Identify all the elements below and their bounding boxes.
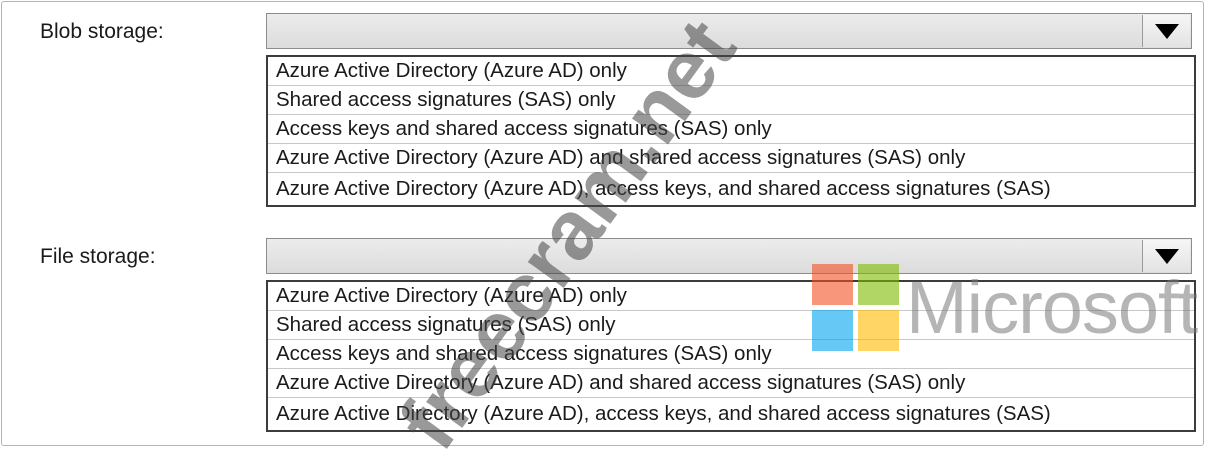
blob-storage-options: Azure Active Directory (Azure AD) only S… [266, 55, 1196, 207]
blob-option-3[interactable]: Access keys and shared access signatures… [268, 115, 1194, 144]
file-storage-label: File storage: [40, 245, 156, 268]
file-option-4[interactable]: Azure Active Directory (Azure AD) and sh… [268, 369, 1194, 398]
blob-option-4[interactable]: Azure Active Directory (Azure AD) and sh… [268, 144, 1194, 173]
blob-option-1[interactable]: Azure Active Directory (Azure AD) only [268, 57, 1194, 86]
blob-dropdown-toggle[interactable] [1142, 15, 1190, 47]
microsoft-wordmark: Microsoft [906, 266, 1198, 349]
blob-option-5[interactable]: Azure Active Directory (Azure AD), acces… [268, 173, 1194, 205]
blob-option-2[interactable]: Shared access signatures (SAS) only [268, 86, 1194, 115]
microsoft-logo-green-square [858, 264, 899, 305]
blob-storage-dropdown[interactable] [266, 13, 1192, 49]
file-option-5[interactable]: Azure Active Directory (Azure AD), acces… [268, 398, 1194, 430]
triangle-down-icon [1155, 249, 1179, 264]
microsoft-logo-yellow-square [858, 310, 899, 351]
triangle-down-icon [1155, 24, 1179, 39]
microsoft-logo [812, 264, 900, 352]
microsoft-logo-red-square [812, 264, 853, 305]
microsoft-logo-blue-square [812, 310, 853, 351]
blob-storage-label: Blob storage: [40, 20, 164, 43]
